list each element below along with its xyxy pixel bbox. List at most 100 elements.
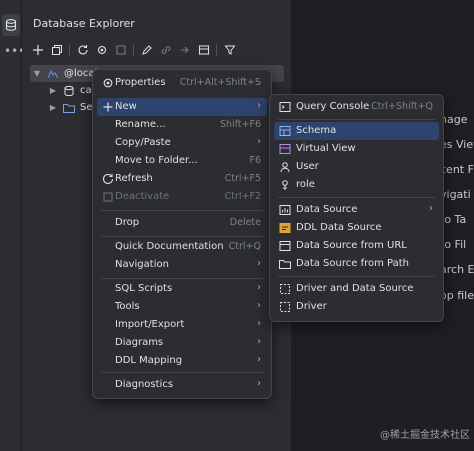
user-icon — [278, 160, 292, 174]
menu-item-role[interactable]: role — [274, 176, 439, 194]
toolbar-separator — [133, 44, 134, 56]
stop-icon[interactable] — [113, 43, 128, 58]
menu-item-label: Move to Folder... — [115, 155, 198, 166]
menu-item-label: User — [296, 161, 319, 172]
editor-text: arch E — [440, 263, 474, 276]
menu-item-label: Tools — [115, 301, 140, 312]
menu-item-virtual-view[interactable]: Virtual View — [274, 140, 439, 158]
more-options-icon[interactable]: ••• — [4, 44, 25, 58]
menu-item-new[interactable]: New › — [97, 98, 267, 116]
chevron-right-icon: › — [257, 318, 261, 329]
menu-item-query-console[interactable]: Query Console Ctrl+Shift+Q — [274, 98, 439, 116]
menu-item-label: SQL Scripts — [115, 283, 173, 294]
menu-item-user[interactable]: User — [274, 158, 439, 176]
toolbar-separator — [216, 44, 217, 56]
menu-item-copy-paste[interactable]: Copy/Paste › — [97, 134, 267, 152]
menu-item-tools[interactable]: Tools › — [97, 298, 267, 316]
menu-separator — [101, 372, 263, 373]
menu-item-label: Quick Documentation — [115, 241, 224, 252]
menu-item-diagnostics[interactable]: Diagnostics › — [97, 376, 267, 394]
menu-item-driver-and-data-source[interactable]: Driver and Data Source — [274, 280, 439, 298]
menu-separator — [278, 276, 435, 277]
menu-item-refresh[interactable]: Refresh Ctrl+F5 — [97, 170, 267, 188]
refresh-icon[interactable] — [75, 43, 90, 58]
chevron-right-icon: › — [429, 203, 433, 214]
menu-item-ddl-data-source[interactable]: DDL Data Source — [274, 219, 439, 237]
menu-item-rename[interactable]: Rename... Shift+F6 — [97, 116, 267, 134]
table-view-icon[interactable] — [196, 43, 211, 58]
settings-icon[interactable] — [94, 43, 109, 58]
chevron-right-icon: › — [257, 378, 261, 389]
menu-item-drop[interactable]: Drop Delete — [97, 214, 267, 232]
toolbar-separator — [69, 44, 70, 56]
folder-icon — [278, 257, 292, 271]
chevron-right-icon[interactable]: ▶ — [48, 86, 58, 95]
menu-item-label: Rename... — [115, 119, 166, 130]
menu-item-data-source-from-path[interactable]: Data Source from Path — [274, 255, 439, 273]
copy-icon[interactable] — [49, 43, 64, 58]
menu-item-label: Copy/Paste — [115, 137, 171, 148]
chevron-right-icon: › — [257, 300, 261, 311]
link-icon[interactable] — [158, 43, 173, 58]
editor-text: op file — [440, 289, 474, 302]
menu-item-label: Deactivate — [115, 191, 170, 202]
catalog-icon — [62, 84, 76, 98]
menu-item-label: Navigation — [115, 259, 169, 270]
tree-row-child[interactable]: ▶ cat — [48, 82, 96, 99]
gear-icon — [101, 76, 115, 90]
database-tool-button[interactable] — [2, 14, 20, 36]
menu-item-shortcut: F6 — [249, 155, 261, 166]
menu-separator — [101, 210, 263, 211]
menu-item-shortcut: Ctrl+F2 — [224, 191, 261, 202]
ddl-icon — [278, 221, 292, 235]
chevron-right-icon: › — [257, 136, 261, 147]
menu-separator — [278, 119, 435, 120]
menu-item-label: New — [115, 101, 137, 112]
editor-text: vigati — [440, 188, 471, 201]
filter-icon[interactable] — [222, 43, 237, 58]
menu-separator — [101, 236, 263, 237]
menu-item-label: Diagnostics — [115, 379, 174, 390]
editor-text: nage — [440, 113, 468, 126]
menu-item-sql-scripts[interactable]: SQL Scripts › — [97, 280, 267, 298]
menu-item-quick-documentation[interactable]: Quick Documentation Ctrl+Q — [97, 238, 267, 256]
menu-item-shortcut: Ctrl+Shift+Q — [371, 101, 433, 112]
url-icon — [278, 239, 292, 253]
virtual-view-icon — [278, 142, 292, 156]
menu-item-navigation[interactable]: Navigation › — [97, 256, 267, 274]
menu-item-deactivate[interactable]: Deactivate Ctrl+F2 — [97, 188, 267, 206]
chevron-down-icon[interactable]: ▼ — [32, 69, 42, 78]
chevron-right-icon: › — [257, 258, 261, 269]
menu-item-data-source[interactable]: Data Source › — [274, 201, 439, 219]
role-icon — [278, 178, 292, 192]
menu-item-schema[interactable]: Schema — [274, 122, 439, 140]
tool-window-stripe: ••• — [0, 0, 25, 451]
refresh-icon — [101, 172, 115, 186]
tree-row-child[interactable]: ▶ Ser — [48, 99, 97, 116]
chevron-right-icon[interactable]: ▶ — [48, 103, 58, 112]
context-menu: Properties Ctrl+Alt+Shift+S New › Rename… — [92, 69, 272, 399]
editor-text: cent F — [440, 163, 474, 176]
menu-item-data-source-from-url[interactable]: Data Source from URL — [274, 237, 439, 255]
menu-item-properties[interactable]: Properties Ctrl+Alt+Shift+S — [97, 74, 267, 92]
edit-icon[interactable] — [139, 43, 154, 58]
menu-item-driver[interactable]: Driver — [274, 298, 439, 316]
menu-item-label: DDL Mapping — [115, 355, 183, 366]
menu-item-label: role — [296, 179, 315, 190]
menu-item-import-export[interactable]: Import/Export › — [97, 316, 267, 334]
chevron-right-icon: › — [257, 100, 261, 111]
database-icon — [4, 18, 18, 32]
menu-item-ddl-mapping[interactable]: DDL Mapping › — [97, 352, 267, 370]
plus-icon — [101, 100, 115, 114]
chevron-right-icon: › — [257, 282, 261, 293]
explorer-toolbar — [30, 41, 237, 59]
chevron-right-icon: › — [257, 354, 261, 365]
menu-item-diagrams[interactable]: Diagrams › — [97, 334, 267, 352]
menu-item-label: Query Console — [296, 101, 370, 112]
deactivate-icon — [101, 190, 115, 204]
menu-item-label: Data Source from Path — [296, 258, 409, 269]
jump-icon[interactable] — [177, 43, 192, 58]
add-icon[interactable] — [30, 43, 45, 58]
folder-icon — [62, 101, 76, 115]
menu-item-move-to-folder[interactable]: Move to Folder... F6 — [97, 152, 267, 170]
